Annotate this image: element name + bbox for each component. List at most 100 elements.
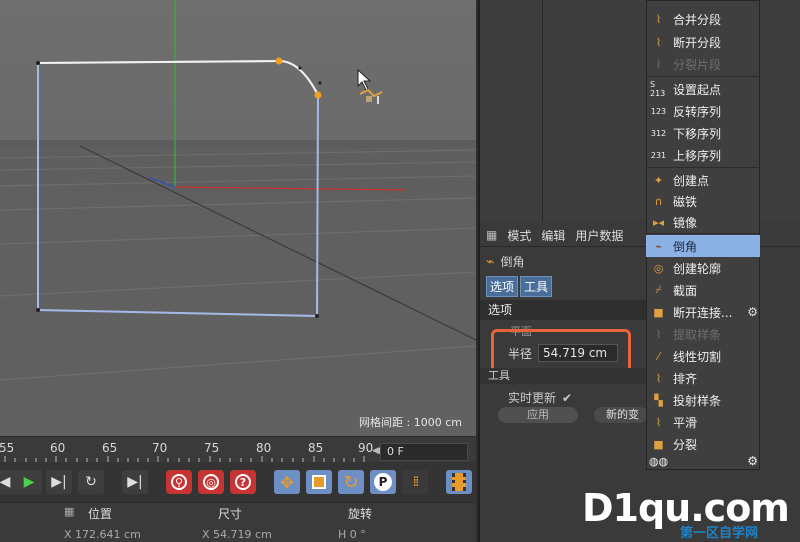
menu-item-chamfer[interactable]: ⌁ 倒角: [646, 235, 760, 257]
tab-options[interactable]: 选项: [486, 276, 519, 297]
timeline-window-button[interactable]: [446, 470, 472, 494]
keyframe-selection-button[interactable]: ?: [230, 470, 256, 494]
go-to-end-button[interactable]: ▶|: [122, 470, 148, 494]
menu-item-create-outline[interactable]: ◎ 创建轮廓: [646, 257, 760, 279]
viewport[interactable]: 网格间距 : 1000 cm: [0, 0, 476, 436]
menu-icon[interactable]: ▦: [64, 505, 74, 518]
menu-item-label: 下移序列: [673, 126, 722, 141]
more-icon: ◍◍: [648, 454, 669, 468]
rotation-key-button[interactable]: ↻: [338, 470, 364, 494]
menu-item-label: 排齐: [673, 371, 698, 386]
new-transform-button[interactable]: 新的变: [594, 407, 648, 423]
parameter-key-button[interactable]: P: [370, 470, 396, 494]
menu-item-explode-segments[interactable]: ⌇ 分裂片段: [646, 53, 760, 75]
film-strip-icon: [452, 473, 466, 491]
menu-item-label: 上移序列: [673, 148, 722, 163]
menu-item-label: 平滑: [673, 415, 698, 430]
tangent-handle[interactable]: [298, 66, 302, 70]
gear-icon[interactable]: ⚙: [747, 305, 758, 319]
position-key-button[interactable]: ✥: [274, 470, 300, 494]
gear-icon[interactable]: ⚙: [747, 454, 758, 468]
mirror-icon: ▸◂: [652, 215, 665, 229]
break-segment-icon: ⌇: [655, 35, 662, 49]
chamfer-icon: ⌁: [486, 253, 495, 270]
go-to-end-icon: ▶|: [127, 474, 143, 490]
timeline-tick: 70: [152, 441, 168, 455]
apply-button[interactable]: 应用: [498, 407, 578, 423]
chamfer-cursor-icon: [359, 88, 383, 104]
section-header-options: 选项: [480, 300, 650, 320]
merge-segment-icon: ⌇: [655, 12, 662, 26]
menu-item-more[interactable]: ◍◍ ⚙: [646, 454, 760, 468]
loop-button[interactable]: ↻: [78, 470, 104, 494]
menu-item-magnet[interactable]: ∩ 磁铁: [646, 190, 760, 212]
menu-item-move-up-sequence[interactable]: 231 上移序列: [646, 144, 760, 166]
watermark: D1qu.com 第一区自学网: [582, 486, 792, 541]
menu-item-project-spline[interactable]: ▚ 投射样条: [646, 389, 760, 411]
menu-item-mirror[interactable]: ▸◂ 镜像: [646, 211, 760, 233]
menu-item-merge-segment[interactable]: ⌇ 合并分段: [646, 8, 760, 30]
menu-divider: [646, 76, 760, 77]
menu-item-move-down-sequence[interactable]: 312 下移序列: [646, 122, 760, 144]
play-backwards-icon: ◀: [0, 474, 11, 490]
size-x-field[interactable]: X 54.719 cm: [202, 528, 272, 541]
timeline-tick: 60: [50, 441, 66, 455]
set-first-point-icon: S 213: [650, 80, 666, 98]
menu-item-smooth[interactable]: ⌇ 平滑: [646, 411, 760, 433]
loop-icon: ↻: [85, 474, 97, 490]
current-frame-field[interactable]: 0 F: [380, 443, 468, 461]
chamfer-icon: ⌁: [655, 239, 662, 253]
auto-keyframe-button[interactable]: ◎: [198, 470, 224, 494]
timeline-tick: 80: [256, 441, 272, 455]
create-outline-icon: ◎: [653, 261, 664, 275]
record-keyframe-button[interactable]: ⚲: [166, 470, 192, 494]
magnet-icon: ∩: [654, 194, 663, 208]
timeline-tick: 55: [0, 441, 15, 455]
play-forwards-button[interactable]: ▶: [16, 470, 42, 494]
menu-item-extract-spline[interactable]: ⌇ 提取样条: [646, 323, 760, 345]
disconnect-icon: ■: [653, 305, 664, 319]
next-frame-button[interactable]: ▶|: [46, 470, 72, 494]
menu-item-label: 创建轮廓: [673, 261, 722, 276]
menu-item-create-point[interactable]: ✦ 创建点: [646, 169, 760, 191]
menu-edit[interactable]: 编辑: [541, 227, 565, 244]
spline-point[interactable]: [36, 308, 40, 312]
menu-item-set-first-point[interactable]: S 213 设置起点: [646, 78, 760, 100]
menu-item-break-segment[interactable]: ⌇ 断开分段: [646, 31, 760, 53]
move-up-sequence-icon: 231: [650, 150, 667, 160]
play-icon: ▶: [23, 474, 35, 490]
menu-grid-icon[interactable]: ▦: [486, 228, 497, 242]
rotation-h-field[interactable]: H 0 °: [338, 528, 366, 541]
horizon-band: [0, 140, 476, 148]
menu-item-line-cut[interactable]: ⁄ 线性切割: [646, 345, 760, 367]
position-x-field[interactable]: X 172.641 cm: [64, 528, 141, 541]
menu-item-label: 线性切割: [673, 349, 722, 364]
size-header: 尺寸: [218, 507, 243, 521]
menu-divider: [646, 233, 760, 234]
menu-item-disconnect[interactable]: ■ 断开连接... ⚙: [646, 301, 760, 323]
rotation-header: 旋转: [348, 507, 373, 521]
tab-tool[interactable]: 工具: [520, 276, 553, 297]
spline-point[interactable]: [36, 61, 40, 65]
menu-item-cross-section[interactable]: ⌿ 截面: [646, 279, 760, 301]
viewport-canvas[interactable]: [0, 0, 476, 436]
menu-item-label: 创建点: [673, 173, 710, 188]
menu-item-label: 反转序列: [673, 104, 722, 119]
tangent-handle[interactable]: [318, 81, 322, 85]
menu-item-align[interactable]: ⌇ 排齐: [646, 367, 760, 389]
spline-point-selected[interactable]: [314, 91, 322, 99]
scale-key-button[interactable]: [306, 470, 332, 494]
question-icon: ?: [235, 474, 251, 490]
cross-section-icon: ⌿: [655, 283, 662, 296]
point-level-button[interactable]: ⁞⁞: [402, 470, 428, 494]
menu-mode[interactable]: 模式: [507, 227, 531, 244]
spline-point[interactable]: [315, 314, 319, 318]
spline-point-selected[interactable]: [275, 57, 283, 65]
split-icon: ■: [653, 437, 664, 451]
realtime-update-checkbox[interactable]: ✔: [562, 391, 572, 405]
menu-item-label: 镜像: [673, 215, 698, 230]
menu-user-data[interactable]: 用户数据: [575, 227, 623, 244]
menu-item-reverse-sequence[interactable]: 123 反转序列: [646, 100, 760, 122]
menu-item-label: 断开连接...: [673, 305, 733, 320]
attribute-tabs: 选项 工具: [486, 276, 553, 297]
